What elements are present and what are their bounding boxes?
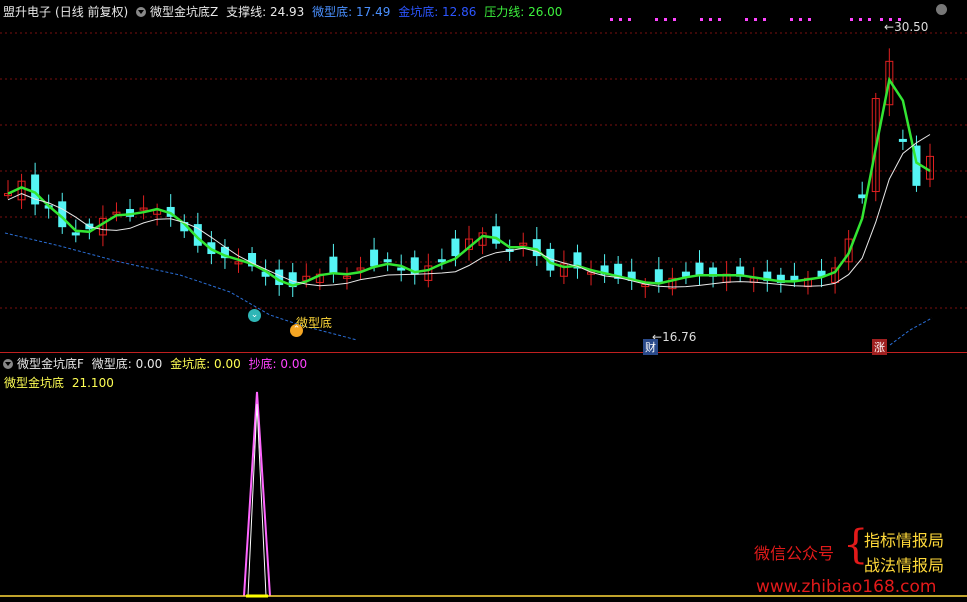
candle-body — [383, 259, 392, 263]
signal-dot — [628, 18, 631, 21]
candle-body — [451, 238, 460, 257]
candle-body — [437, 259, 446, 263]
signal-dot — [790, 18, 793, 21]
signal-dot — [868, 18, 871, 21]
candle-body — [898, 138, 907, 142]
watermark-line1: 指标情报局 — [864, 531, 945, 550]
candle-body — [695, 262, 704, 275]
candle-body — [329, 256, 338, 273]
signal-dot — [655, 18, 658, 21]
signal-dot — [745, 18, 748, 21]
signal-dot — [859, 18, 862, 21]
high-price-label: ←30.50 — [884, 20, 929, 34]
candle-body — [654, 269, 663, 283]
watermark-line2: 战法情报局 — [864, 556, 945, 575]
candle-body — [681, 271, 690, 277]
candle-body — [71, 232, 80, 236]
signal-dot — [799, 18, 802, 21]
price-chart[interactable] — [0, 0, 967, 352]
signal-dot — [880, 18, 883, 21]
signal-spike — [243, 391, 271, 597]
signal-dot — [673, 18, 676, 21]
indicator-chart[interactable] — [0, 352, 967, 602]
watermark-url: www.zhibiao168.com — [756, 577, 937, 597]
signal-dot — [718, 18, 721, 21]
watermark-wechat: 微信公众号 — [754, 544, 835, 563]
signal-dot — [700, 18, 703, 21]
signal-dot — [763, 18, 766, 21]
candle-body — [370, 249, 379, 267]
signal-dot — [664, 18, 667, 21]
buy-signal-icon-cyan: ⌄ — [248, 309, 261, 322]
low-price-label: ←16.76 — [652, 330, 697, 344]
support-dash-line-right — [889, 317, 933, 346]
buy-signal-icon-orange: ⌃ — [290, 324, 303, 337]
signal-dot — [619, 18, 622, 21]
signal-dot — [754, 18, 757, 21]
candle-body — [858, 194, 867, 199]
signal-dot — [709, 18, 712, 21]
signal-dot — [850, 18, 853, 21]
signal-dot — [808, 18, 811, 21]
signal-dot — [610, 18, 613, 21]
